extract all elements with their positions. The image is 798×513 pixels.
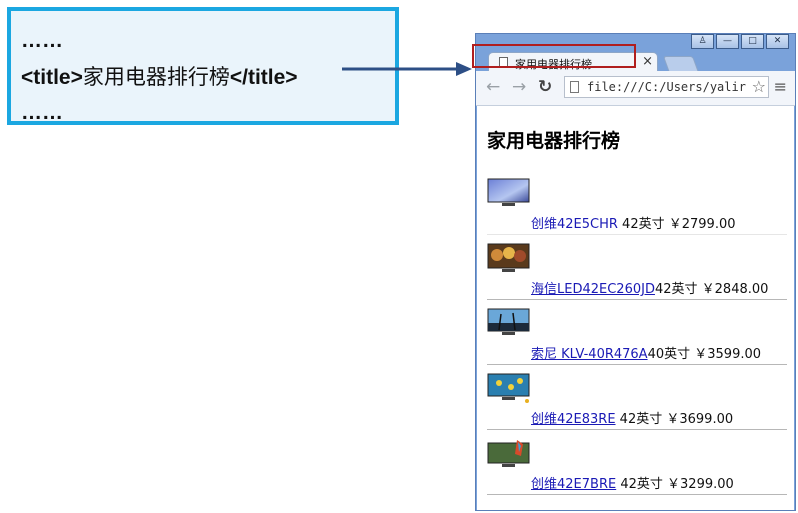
tab-close-icon[interactable]: × <box>642 54 653 69</box>
page-content: 家用电器排行榜 创维42E5CHR 42英寸 ￥2799.00 海信LED42E… <box>477 106 794 510</box>
product-price: ￥2848.00 <box>697 282 769 297</box>
product-link[interactable]: 海信LED42EC260JD <box>531 282 655 297</box>
product-price: ￥3299.00 <box>662 477 734 492</box>
list-item: 创维42E83RE 42英寸 ￥3699.00 <box>487 371 787 430</box>
back-arrow-icon[interactable]: ← <box>486 77 500 97</box>
url-text: file:///C:/Users/yalir <box>587 80 746 94</box>
product-price: ￥2799.00 <box>664 217 736 232</box>
product-spec: 42英寸 <box>654 282 698 297</box>
title-open-tag: <title> <box>21 66 83 89</box>
maximize-icon[interactable]: □ <box>741 34 764 49</box>
product-spec: 40英寸 <box>647 347 691 362</box>
product-link[interactable]: 创维42E83RE <box>531 412 616 427</box>
code-ellipsis-top: …… <box>21 29 63 52</box>
code-ellipsis-bottom: …… <box>21 101 63 124</box>
page-heading: 家用电器排行榜 <box>487 130 621 152</box>
window-controls: ♙ — □ ✕ <box>689 34 789 49</box>
browser-toolbar: ← → ↻ file:///C:/Users/yalir ☆ ≡ <box>476 71 795 106</box>
user-icon[interactable]: ♙ <box>691 34 714 49</box>
tv-thumbnail <box>487 243 530 272</box>
browser-window: ♙ — □ ✕ 家用电器排行榜 × ← → ↻ file:///C:/Users… <box>475 33 796 511</box>
product-link[interactable]: 创维42E5CHR <box>531 217 618 232</box>
product-link[interactable]: 索尼 KLV-40R476A <box>531 347 648 362</box>
tv-thumbnail <box>487 440 530 467</box>
product-spec: 42英寸 <box>615 412 663 427</box>
tv-thumbnail <box>487 373 530 403</box>
list-item: 索尼 KLV-40R476A40英寸 ￥3599.00 <box>487 306 787 365</box>
product-price: ￥3599.00 <box>690 347 762 362</box>
address-bar[interactable]: file:///C:/Users/yalir ☆ <box>564 76 769 98</box>
product-spec: 42英寸 <box>617 217 665 232</box>
bookmark-star-icon[interactable]: ☆ <box>751 77 766 96</box>
reload-icon[interactable]: ↻ <box>538 77 552 97</box>
tv-thumbnail <box>487 308 530 335</box>
tab-highlight-box <box>472 44 636 68</box>
product-spec: 42英寸 <box>616 477 663 492</box>
tv-thumbnail <box>487 178 530 206</box>
product-price: ￥3699.00 <box>662 412 734 427</box>
product-link[interactable]: 创维42E7BRE <box>531 477 616 492</box>
list-item: 海信LED42EC260JD42英寸 ￥2848.00 <box>487 241 787 300</box>
item-text: 创维42E7BRE 42英寸 ￥3299.00 <box>531 473 734 492</box>
title-tag-text: 家用电器排行榜 <box>82 65 230 89</box>
close-window-icon[interactable]: ✕ <box>766 34 789 49</box>
item-text: 创维42E5CHR 42英寸 ￥2799.00 <box>531 213 736 232</box>
code-title-line: <title>家用电器排行榜</title> <box>21 61 298 91</box>
minimize-icon[interactable]: — <box>716 34 739 49</box>
item-text: 创维42E83RE 42英寸 ￥3699.00 <box>531 408 733 427</box>
list-item: 创维42E5CHR 42英寸 ￥2799.00 <box>487 176 787 235</box>
pointer-arrow <box>342 62 472 76</box>
forward-arrow-icon[interactable]: → <box>512 77 526 97</box>
item-text: 海信LED42EC260JD42英寸 ￥2848.00 <box>531 278 768 297</box>
list-item: 创维42E7BRE 42英寸 ￥3299.00 <box>487 436 787 495</box>
page-icon <box>570 81 579 93</box>
title-close-tag: </title> <box>229 66 298 89</box>
item-text: 索尼 KLV-40R476A40英寸 ￥3599.00 <box>531 343 761 362</box>
menu-icon[interactable]: ≡ <box>774 77 787 96</box>
